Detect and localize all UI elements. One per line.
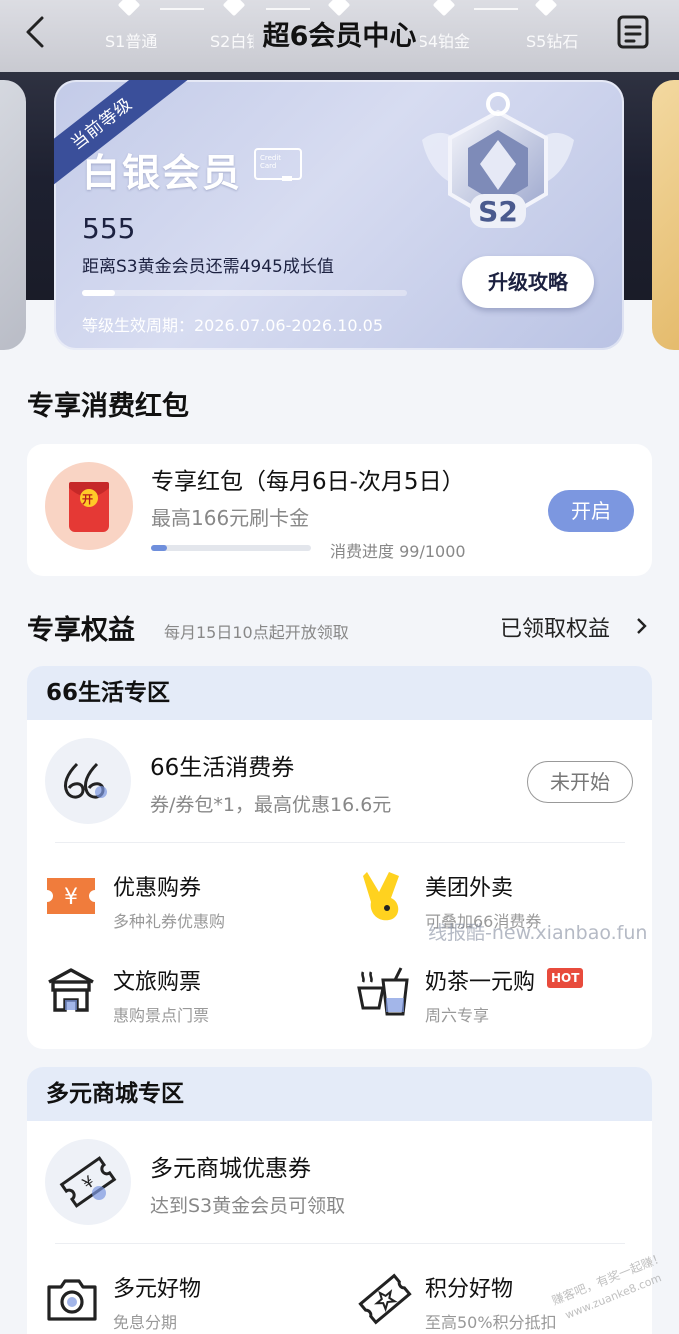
grid-item-coupon[interactable]: ¥ 优惠购券 多种礼券优惠购 <box>45 868 335 932</box>
camera-icon <box>47 1279 97 1321</box>
grid-item-goods[interactable]: 多元好物 免息分期 <box>45 1269 335 1333</box>
grid-item-travel[interactable]: 文旅购票 惠购景点门票 <box>45 962 335 1026</box>
life-66-icon <box>63 762 107 799</box>
benefits-section-subtitle: 每月15日10点起开放领取 <box>164 623 349 642</box>
watermark-text: 线报酷-new.xianbao.fun <box>428 922 648 944</box>
milk-tea-icon <box>357 967 409 1016</box>
level-connector <box>266 8 310 10</box>
level-progress-bar <box>82 290 407 296</box>
grid-item-subtitle: 至高50%积分抵扣 <box>425 1313 557 1332</box>
divider <box>55 1243 625 1244</box>
life-voucher-title: 66生活消费券 <box>150 755 295 781</box>
level-connector <box>160 8 204 10</box>
grid-item-milk-tea[interactable]: 奶茶一元购 HOT 周六专享 <box>357 962 647 1026</box>
grid-item-title: 优惠购券 <box>113 876 202 901</box>
life-voucher-subtitle: 券/券包*1，最高优惠16.6元 <box>150 794 392 816</box>
divider <box>55 842 625 843</box>
level-connector <box>474 8 518 10</box>
upgrade-guide-button[interactable]: 升级攻略 <box>462 256 594 308</box>
hot-tag: HOT <box>547 968 584 988</box>
level-name: 白银会员 <box>82 151 243 195</box>
spend-progress-fill <box>151 545 167 551</box>
chevron-right-icon <box>637 618 647 634</box>
level-progress-fill <box>82 290 115 296</box>
menu-icon[interactable] <box>616 14 650 50</box>
grid-item-title: 积分好物 <box>425 1277 514 1302</box>
grid-item-title: 美团外卖 <box>425 876 514 901</box>
grid-item-subtitle: 周六专享 <box>425 1006 490 1025</box>
benefits-section-title: 专享权益 <box>27 615 135 646</box>
claimed-benefits-label: 已领取权益 <box>500 617 611 642</box>
grid-item-title: 奶茶一元购 <box>425 970 536 995</box>
red-packet-icon-char: 开 <box>82 493 93 506</box>
redpacket-card[interactable]: 开 专享红包（每月6日-次月5日） 最高166元刷卡金 消费进度 99/1000… <box>27 444 652 576</box>
spend-progress-label: 消费进度 99/1000 <box>330 542 466 561</box>
top-bar: S1普通 S2白银 S4铂金 S5钻石 超6会员中心 <box>0 0 679 72</box>
growth-points: 555 <box>82 212 136 245</box>
svg-text:¥: ¥ <box>64 885 78 910</box>
mall-zone-header: 多元商城专区 <box>27 1067 652 1121</box>
credit-card-text: Credit Card <box>260 154 282 170</box>
next-level-card[interactable] <box>652 80 679 350</box>
open-redpacket-button[interactable]: 开启 <box>548 490 634 532</box>
credit-card-icon: Credit Card <box>254 148 302 181</box>
next-level-requirement: 距离S3黄金会员还需4945成长值 <box>82 257 334 277</box>
redpacket-section-title: 专享消费红包 <box>27 391 189 422</box>
redpacket-subtitle: 最高166元刷卡金 <box>151 506 310 530</box>
grid-item-title: 文旅购票 <box>113 970 202 995</box>
grid-item-subtitle: 多种礼券优惠购 <box>113 912 226 931</box>
life-zone-panel: 66生活专区 66生活消费券 券/券包*1，最高优惠16.6元 未开始 ¥ 优惠… <box>27 666 652 1049</box>
grid-item-subtitle: 免息分期 <box>113 1313 178 1332</box>
ticket-building-icon <box>48 968 94 1012</box>
life-zone-header: 66生活专区 <box>27 666 652 720</box>
grid-item-subtitle: 惠购景点门票 <box>113 1006 210 1025</box>
badge-label: S2 <box>478 195 518 228</box>
life-voucher-status-button[interactable]: 未开始 <box>527 761 633 803</box>
member-card: 当前等级 白银会员 Credit Card S2 555 距离S3黄金会员还需4… <box>54 80 624 350</box>
page-title: 超6会员中心 <box>262 21 417 52</box>
mall-coupon-icon: ¥ <box>59 1156 117 1208</box>
level-period: 等级生效周期：2026.07.06-2026.10.05 <box>82 316 383 335</box>
spend-progress-bar <box>151 545 311 551</box>
points-ticket-icon <box>358 1273 412 1325</box>
grid-item-title: 多元好物 <box>113 1277 202 1302</box>
mall-voucher-title: 多元商城优惠券 <box>150 1156 311 1182</box>
coupon-icon: ¥ <box>47 878 95 914</box>
redpacket-title: 专享红包（每月6日-次月5日） <box>151 469 465 495</box>
claimed-benefits-link[interactable]: 已领取权益 <box>500 611 647 643</box>
meituan-icon <box>363 872 399 921</box>
s2-medal-icon: S2 <box>422 92 574 228</box>
prev-level-card[interactable] <box>0 80 26 350</box>
mall-voucher-subtitle: 达到S3黄金会员可领取 <box>150 1195 346 1217</box>
